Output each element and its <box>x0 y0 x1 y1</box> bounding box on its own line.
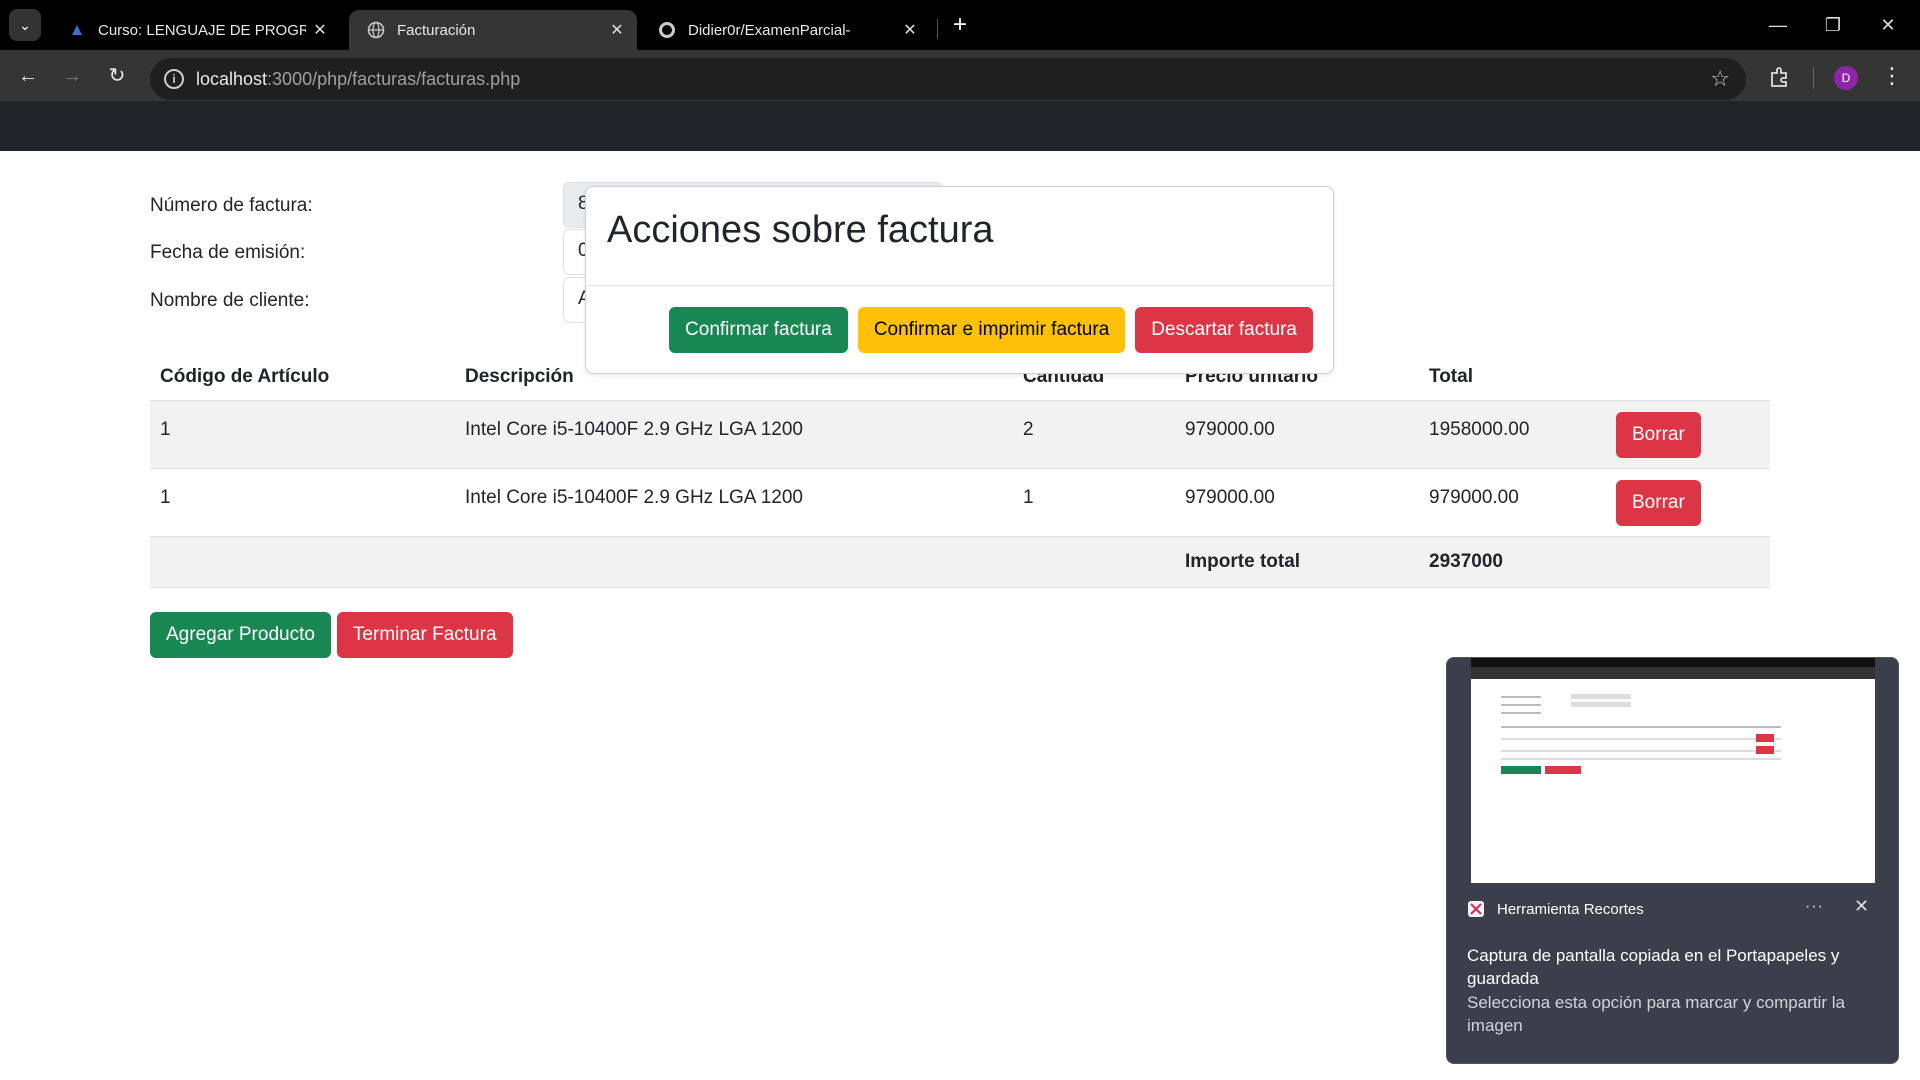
url-host: localhost <box>196 69 268 89</box>
cell-total: 979000.00 <box>1419 468 1606 537</box>
cell-empty <box>455 536 1013 588</box>
discard-invoice-button[interactable]: Descartar factura <box>1135 307 1313 353</box>
invoice-actions: Agregar Producto Terminar Factura <box>150 612 513 658</box>
total-row: Importe total 2937000 <box>150 536 1770 588</box>
total-value: 2937000 <box>1419 536 1606 588</box>
thumb-line <box>1501 712 1541 714</box>
extensions-icon[interactable] <box>1768 65 1792 89</box>
modal-divider <box>586 285 1333 286</box>
cell-empty <box>1606 536 1770 588</box>
column-header: Código de Artículo <box>150 354 455 401</box>
screenshot-thumbnail[interactable] <box>1471 658 1875 883</box>
modal-title: Acciones sobre factura <box>607 209 994 251</box>
thumb-chrome <box>1471 658 1875 667</box>
snipping-tool-notification[interactable]: Herramienta Recortes ··· ✕ Captura de pa… <box>1446 657 1899 1064</box>
url-text: localhost:3000/php/facturas/facturas.php <box>196 69 520 90</box>
table-row: 1 Intel Core i5-10400F 2.9 GHz LGA 1200 … <box>150 400 1770 469</box>
chevron-down-icon: ⌄ <box>19 16 31 33</box>
confirm-print-invoice-button[interactable]: Confirmar e imprimir factura <box>857 307 1126 353</box>
close-icon[interactable]: ✕ <box>603 20 631 40</box>
snipping-tool-icon <box>1467 900 1485 918</box>
thumb-line <box>1501 750 1781 752</box>
issue-date-label: Fecha de emisión: <box>150 242 306 263</box>
thumb-line <box>1501 726 1781 728</box>
invoice-items-table: Código de Artículo Descripción Cantidad … <box>150 354 1770 588</box>
thumb-delete <box>1756 734 1774 742</box>
table-row: 1 Intel Core i5-10400F 2.9 GHz LGA 1200 … <box>150 468 1770 537</box>
minimize-icon[interactable]: — <box>1756 10 1800 40</box>
back-icon[interactable]: ← <box>14 62 42 90</box>
toolbar-separator <box>1813 67 1814 89</box>
cell-actions: Borrar <box>1606 468 1770 537</box>
app-navbar <box>0 101 1920 151</box>
tab-facturacion[interactable]: Facturación ✕ <box>349 10 637 50</box>
thumb-line <box>1571 702 1631 707</box>
thumb-line <box>1501 758 1781 760</box>
course-favicon <box>68 21 86 39</box>
toast-heading: Captura de pantalla copiada en el Portap… <box>1467 946 1840 988</box>
cell-quantity: 1 <box>1013 468 1175 537</box>
tab-github[interactable]: Didier0r/ExamenParcial- ✕ <box>640 10 930 50</box>
column-header-actions <box>1606 354 1770 401</box>
total-label: Importe total <box>1175 536 1419 588</box>
cell-total: 1958000.00 <box>1419 400 1606 469</box>
delete-row-button[interactable]: Borrar <box>1616 411 1701 458</box>
invoice-actions-modal: Acciones sobre factura Confirmar factura… <box>585 186 1334 374</box>
cell-code: 1 <box>150 468 455 537</box>
cell-code: 1 <box>150 400 455 469</box>
more-menu-icon[interactable]: ⋮ <box>1880 64 1904 88</box>
cell-unit-price: 979000.00 <box>1175 400 1419 469</box>
modal-footer: Confirmar factura Confirmar e imprimir f… <box>669 307 1313 353</box>
close-icon[interactable]: ✕ <box>1854 896 1869 917</box>
close-icon[interactable]: ✕ <box>306 20 334 40</box>
github-icon <box>658 21 676 39</box>
forward-icon[interactable]: → <box>58 62 86 90</box>
invoice-number-label: Número de factura: <box>150 195 313 216</box>
tab-title: Facturación <box>397 21 476 39</box>
restore-icon[interactable]: ❐ <box>1811 10 1855 40</box>
thumb-toolbar <box>1471 667 1875 679</box>
cell-empty <box>1013 536 1175 588</box>
new-tab-button[interactable]: + <box>946 12 974 40</box>
close-icon[interactable]: ✕ <box>896 20 924 40</box>
browser-tab-bar: ⌄ Curso: LENGUAJE DE PROGRAMACI ✕ Factur… <box>0 0 1920 50</box>
thumb-line <box>1501 738 1781 740</box>
cell-description: Intel Core i5-10400F 2.9 GHz LGA 1200 <box>455 400 1013 469</box>
site-info-icon[interactable]: i <box>164 69 184 89</box>
thumb-add <box>1501 766 1541 774</box>
tab-title: Didier0r/ExamenParcial- <box>688 21 851 39</box>
delete-row-button[interactable]: Borrar <box>1616 479 1701 526</box>
tab-title: Curso: LENGUAJE DE PROGRAMACI <box>98 21 306 39</box>
globe-icon <box>367 21 385 39</box>
address-bar[interactable]: i localhost:3000/php/facturas/facturas.p… <box>150 58 1746 100</box>
toast-app: Herramienta Recortes <box>1467 900 1644 918</box>
tab-course[interactable]: Curso: LENGUAJE DE PROGRAMACI ✕ <box>50 10 340 50</box>
tab-separator <box>937 19 938 39</box>
thumb-line <box>1501 696 1541 698</box>
url-path: :3000/php/facturas/facturas.php <box>267 69 521 89</box>
avatar[interactable]: D <box>1834 66 1858 90</box>
toast-app-name: Herramienta Recortes <box>1497 900 1644 918</box>
thumb-line <box>1501 704 1541 706</box>
confirm-invoice-button[interactable]: Confirmar factura <box>669 307 848 353</box>
cell-quantity: 2 <box>1013 400 1175 469</box>
thumb-line <box>1571 694 1631 699</box>
tab-search-button[interactable]: ⌄ <box>9 9 41 41</box>
column-header: Total <box>1419 354 1606 401</box>
reload-icon[interactable]: ↻ <box>103 62 131 90</box>
thumb-finish <box>1545 766 1581 774</box>
cell-actions: Borrar <box>1606 400 1770 469</box>
bookmark-star-icon[interactable]: ☆ <box>1710 66 1730 92</box>
cell-empty <box>150 536 455 588</box>
client-name-label: Nombre de cliente: <box>150 290 310 311</box>
cell-description: Intel Core i5-10400F 2.9 GHz LGA 1200 <box>455 468 1013 537</box>
cell-unit-price: 979000.00 <box>1175 468 1419 537</box>
more-options-icon[interactable]: ··· <box>1805 898 1824 916</box>
add-product-button[interactable]: Agregar Producto <box>150 612 331 658</box>
toast-body: Selecciona esta opción para marcar y com… <box>1467 993 1845 1035</box>
thumb-delete <box>1756 746 1774 754</box>
finish-invoice-button[interactable]: Terminar Factura <box>336 612 513 658</box>
window-close-icon[interactable]: ✕ <box>1866 10 1910 40</box>
